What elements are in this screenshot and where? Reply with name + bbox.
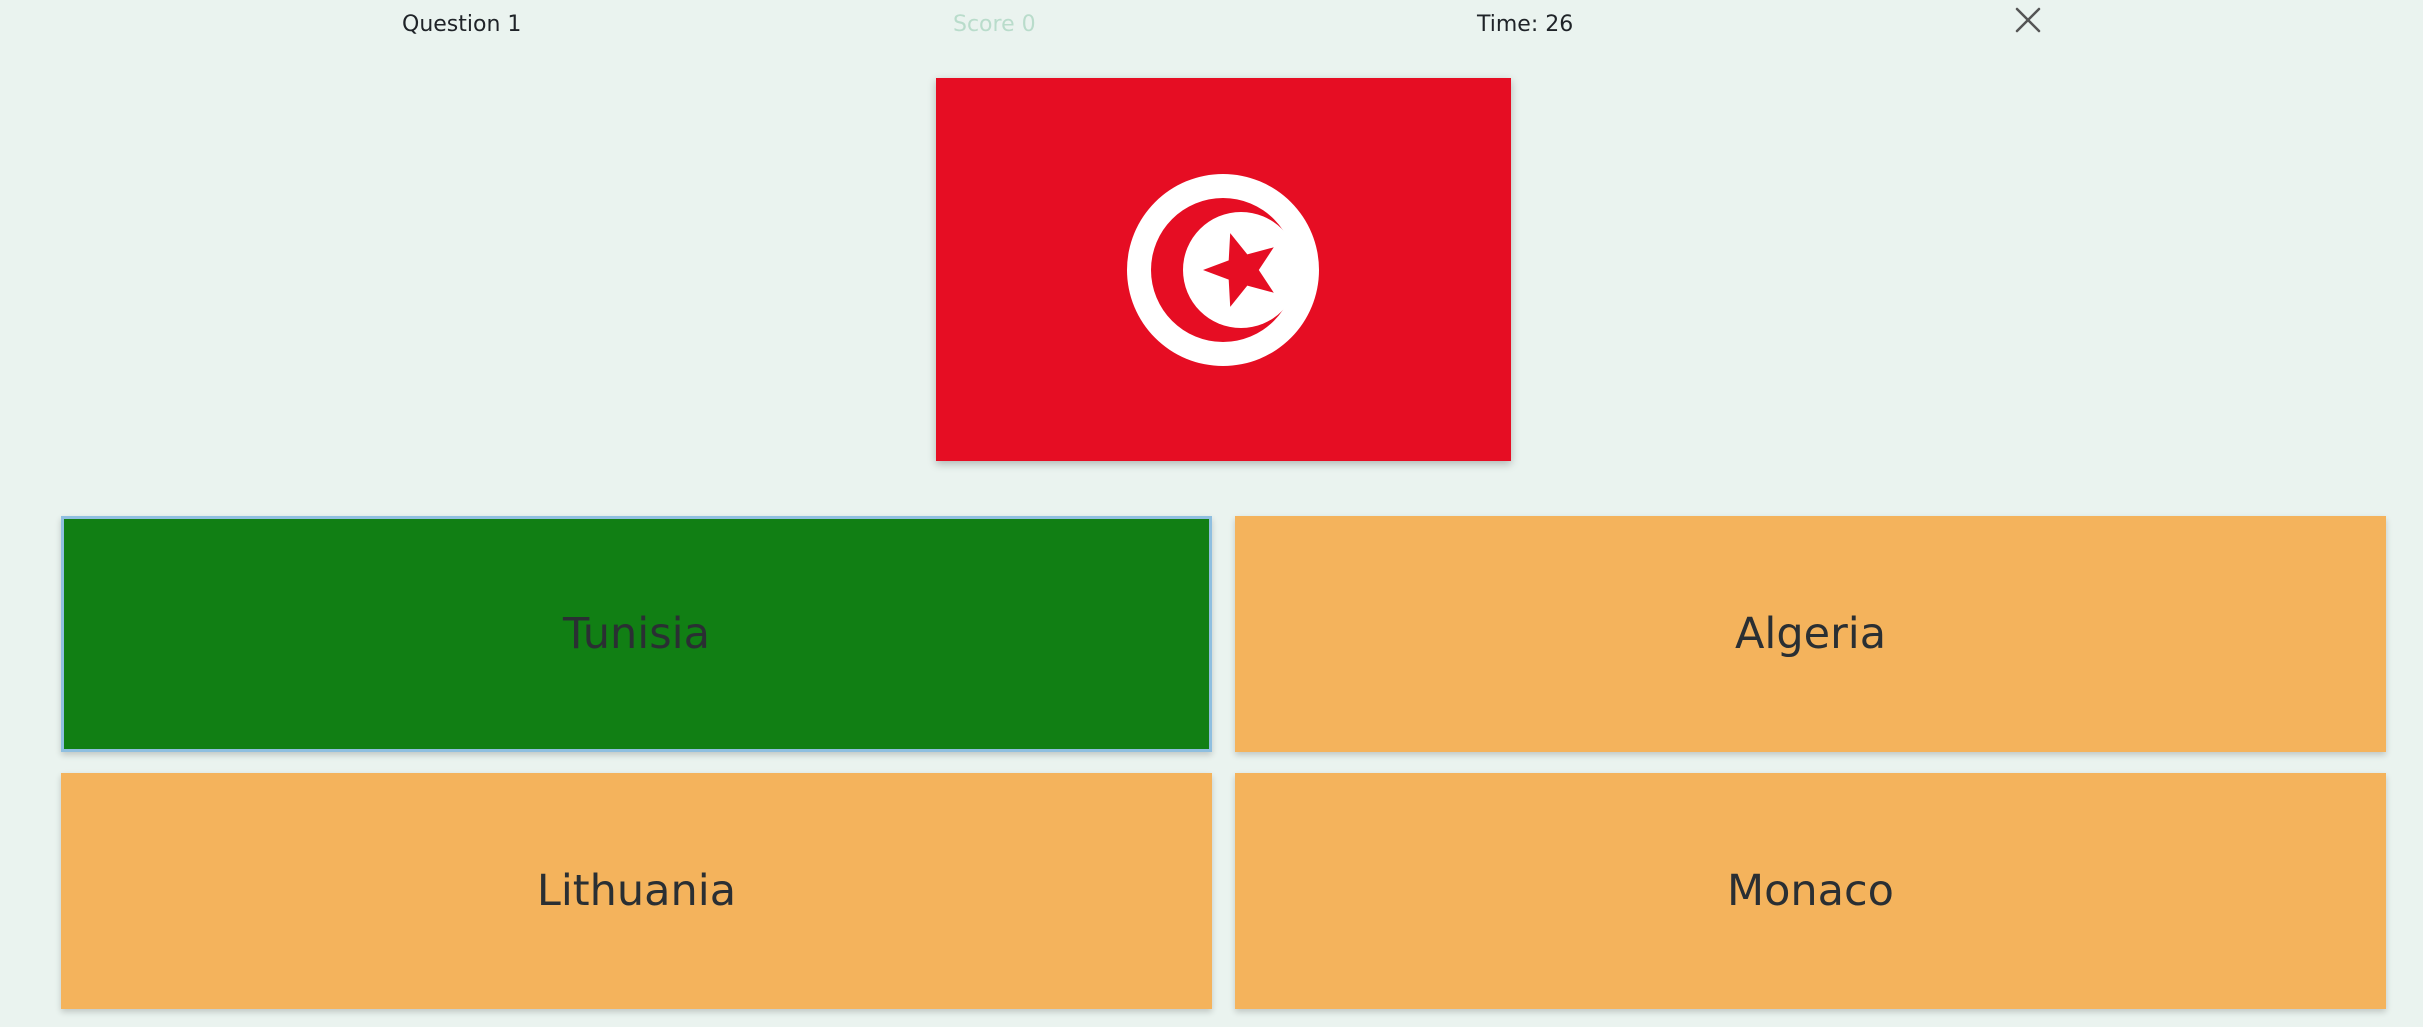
question-counter: Question 1	[402, 12, 522, 37]
answer-label: Monaco	[1727, 866, 1894, 916]
answer-button-algeria[interactable]: Algeria	[1235, 516, 2386, 752]
answer-label: Lithuania	[536, 866, 737, 916]
quiz-screen: Question 1 Score 0 Time: 26 Tunisia Alge…	[0, 0, 2423, 1027]
close-icon	[2015, 7, 2041, 33]
close-button[interactable]	[2013, 5, 2043, 35]
flag-image	[936, 78, 1511, 461]
answer-label: Algeria	[1734, 609, 1887, 659]
answer-button-tunisia[interactable]: Tunisia	[61, 516, 1212, 752]
score-display: Score 0	[953, 12, 1036, 37]
timer-display: Time: 26	[1477, 12, 1574, 37]
answer-label: Tunisia	[563, 609, 710, 659]
tunisia-flag-icon	[936, 78, 1511, 461]
answer-button-lithuania[interactable]: Lithuania	[61, 773, 1212, 1009]
answer-button-monaco[interactable]: Monaco	[1235, 773, 2386, 1009]
